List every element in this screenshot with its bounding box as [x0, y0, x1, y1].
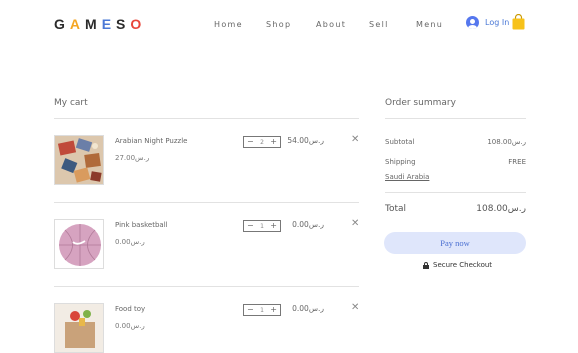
line-total: 54.00ر.س [287, 136, 324, 145]
food-toy-thumbnail[interactable] [54, 303, 104, 353]
total-label: Total [385, 204, 407, 214]
logo-letter: E [101, 16, 117, 32]
brand-logo[interactable]: G A M E S O [54, 16, 146, 32]
subtotal-label: Subtotal [385, 138, 415, 146]
item-price: 27.00ر.س [115, 154, 150, 162]
logo-letter: S [116, 16, 131, 32]
total-value: 108.00ر.س [476, 204, 526, 214]
quantity-stepper: − 2 + [243, 136, 281, 148]
shopping-bag-icon[interactable] [512, 14, 525, 30]
divider [54, 202, 359, 203]
nav-sell[interactable]: Sell [369, 20, 416, 29]
nav-about[interactable]: About [316, 20, 369, 29]
secure-checkout: Secure Checkout [423, 261, 492, 269]
shipping-value: FREE [508, 158, 526, 166]
remove-item-icon[interactable]: ✕ [351, 303, 359, 313]
divider [385, 192, 526, 193]
logo-letter: M [85, 16, 102, 32]
lock-icon [423, 261, 429, 269]
line-total: 0.00ر.س [292, 304, 324, 313]
item-price: 0.00ر.س [115, 238, 145, 246]
basketball-thumbnail[interactable] [54, 219, 104, 269]
item-price: 0.00ر.س [115, 322, 145, 330]
line-total: 0.00ر.س [292, 220, 324, 229]
increase-button[interactable]: + [270, 222, 277, 230]
item-name[interactable]: Pink basketball [115, 221, 168, 229]
increase-button[interactable]: + [270, 138, 277, 146]
quantity-value[interactable]: 1 [260, 307, 264, 314]
summary-title: Order summary [385, 98, 456, 108]
logo-letter: A [69, 16, 86, 32]
secure-checkout-label: Secure Checkout [433, 261, 493, 269]
shipping-label: Shipping [385, 158, 416, 166]
pay-now-button[interactable]: Pay now [384, 232, 526, 254]
nav-shop[interactable]: Shop [266, 20, 316, 29]
login-button[interactable]: Log In [466, 16, 509, 29]
item-name[interactable]: Arabian Night Puzzle [115, 137, 187, 145]
puzzle-thumbnail[interactable] [54, 135, 104, 185]
item-name[interactable]: Food toy [115, 305, 145, 313]
subtotal-value: 108.00ر.س [487, 138, 526, 146]
cart-title: My cart [54, 98, 88, 108]
logo-letter: O [130, 16, 147, 32]
quantity-value[interactable]: 2 [260, 139, 264, 146]
user-avatar-icon [466, 16, 479, 29]
decrease-button[interactable]: − [247, 138, 254, 146]
quantity-value[interactable]: 1 [260, 223, 264, 230]
increase-button[interactable]: + [270, 306, 277, 314]
decrease-button[interactable]: − [247, 222, 254, 230]
divider [54, 286, 359, 287]
decrease-button[interactable]: − [247, 306, 254, 314]
nav-menu[interactable]: Menu [416, 20, 443, 29]
login-label: Log In [485, 18, 510, 27]
divider [54, 118, 359, 119]
logo-letter: G [54, 16, 70, 32]
remove-item-icon[interactable]: ✕ [351, 135, 359, 145]
quantity-stepper: − 1 + [243, 220, 281, 232]
nav-home[interactable]: Home [214, 20, 266, 29]
quantity-stepper: − 1 + [243, 304, 281, 316]
remove-item-icon[interactable]: ✕ [351, 219, 359, 229]
shipping-country-link[interactable]: Saudi Arabia [385, 173, 429, 181]
divider [385, 118, 526, 119]
main-nav: Home Shop About Sell Menu [214, 20, 443, 29]
